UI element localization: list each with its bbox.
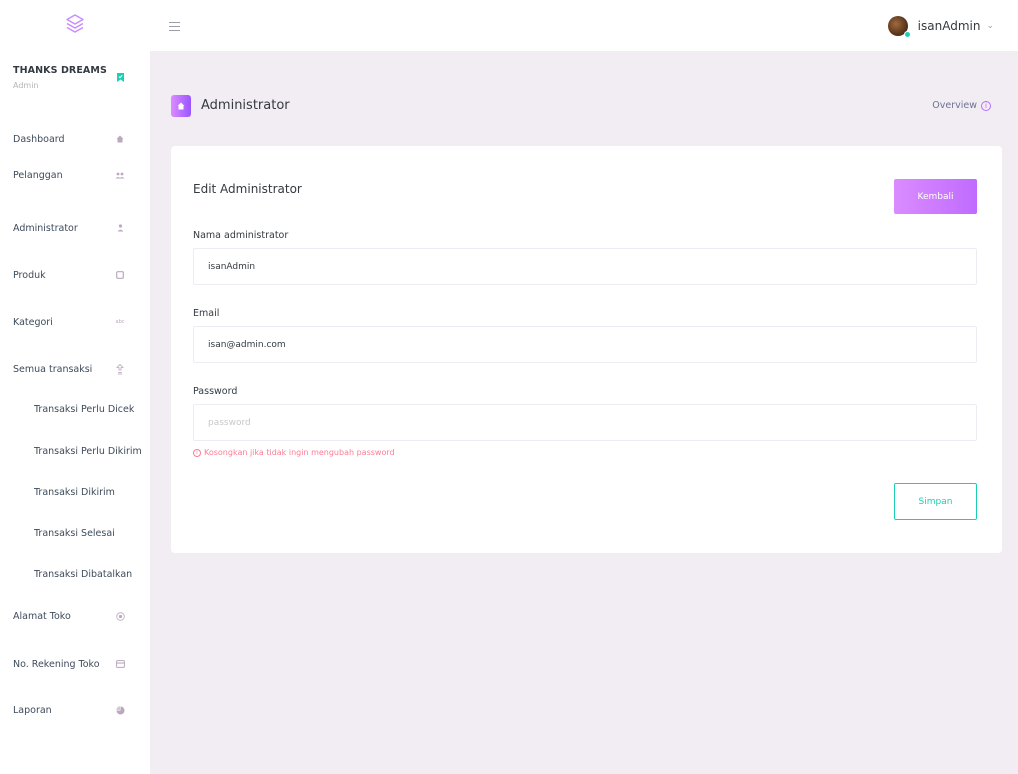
edit-administrator-card: Edit Administrator Kembali Nama administ… — [171, 146, 1002, 553]
home-icon — [115, 134, 125, 144]
sidebar-item-pelanggan[interactable]: Pelanggan — [13, 165, 125, 185]
layers-logo-icon — [66, 13, 84, 38]
top-navbar: isanAdmin ⌄ — [0, 0, 1018, 51]
password-input[interactable] — [193, 404, 977, 441]
back-button[interactable]: Kembali — [894, 179, 977, 214]
password-field-label: Password — [193, 386, 238, 397]
sidebar-item-alamat-toko[interactable]: Alamat Toko — [13, 606, 125, 626]
sidebar-item-label: Alamat Toko — [13, 610, 71, 622]
sidebar-item-no-rekening-toko[interactable]: No. Rekening Toko — [13, 654, 125, 674]
users-icon — [115, 170, 125, 180]
sidebar-item-kategori[interactable]: Kategori abc — [13, 312, 125, 332]
profile-username: isanAdmin — [917, 18, 981, 33]
email-input[interactable] — [193, 326, 977, 363]
form-title: Edit Administrator — [193, 182, 302, 196]
overview-label: Overview — [932, 100, 977, 111]
page-title: Administrator — [201, 98, 290, 113]
info-icon: i — [981, 100, 991, 111]
sidebar-item-label: Laporan — [13, 704, 52, 716]
sidebar-item-dashboard[interactable]: Dashboard — [13, 129, 125, 149]
sidebar-item-produk[interactable]: Produk — [13, 265, 125, 285]
avatar — [887, 15, 911, 38]
sidebar-item-label: Pelanggan — [13, 169, 63, 181]
overview-link[interactable]: Overview i — [932, 100, 991, 111]
card-icon — [115, 659, 125, 669]
password-hint-text: Kosongkan jika tidak ingin mengubah pass… — [204, 448, 395, 457]
sidebar-item-label: Dashboard — [13, 133, 65, 145]
sidebar-item-label: Kategori — [13, 316, 53, 328]
chevron-down-icon: ⌄ — [986, 20, 994, 31]
sidebar-subitem-label: Transaksi Dikirim — [34, 486, 115, 498]
sidebar-item-semua-transaksi[interactable]: Semua transaksi — [13, 359, 125, 379]
sidebar: THANKS DREAMS Admin Dashboard Pelanggan … — [0, 51, 150, 774]
sidebar-subitem-label: Transaksi Perlu Dicek — [34, 403, 135, 415]
sidebar-toggle-button[interactable] — [166, 15, 182, 35]
sidebar-profile[interactable]: THANKS DREAMS Admin — [13, 65, 138, 105]
transfer-icon — [115, 363, 125, 374]
sidebar-item-laporan[interactable]: Laporan — [13, 700, 125, 720]
page-header: Administrator Overview i — [171, 92, 991, 122]
sidebar-subitem-label: Transaksi Perlu Dikirim — [34, 445, 142, 457]
name-field-label: Nama administrator — [193, 230, 289, 241]
sidebar-subitem-dibatalkan[interactable]: Transaksi Dibatalkan — [34, 564, 146, 584]
chart-icon — [115, 705, 125, 715]
sidebar-subitem-label: Transaksi Selesai — [34, 527, 115, 539]
sidebar-item-label: Produk — [13, 269, 46, 281]
target-icon — [115, 611, 125, 621]
brand-logo[interactable] — [0, 0, 150, 51]
password-hint: i Kosongkan jika tidak ingin mengubah pa… — [193, 448, 395, 457]
info-icon: i — [193, 448, 201, 457]
hamburger-icon — [168, 16, 180, 35]
administrator-name-input[interactable] — [193, 248, 977, 285]
sidebar-item-label: No. Rekening Toko — [13, 658, 100, 670]
profile-dropdown[interactable]: isanAdmin ⌄ — [887, 0, 994, 51]
sidebar-profile-role: Admin — [13, 81, 39, 90]
email-field-label: Email — [193, 308, 220, 319]
sidebar-item-label: Semua transaksi — [13, 363, 93, 375]
sidebar-item-label: Administrator — [13, 222, 78, 234]
sidebar-item-administrator[interactable]: Administrator — [13, 218, 125, 238]
sidebar-subitem-dikirim[interactable]: Transaksi Dikirim — [34, 482, 146, 502]
sidebar-subitem-label: Transaksi Dibatalkan — [34, 568, 133, 580]
home-icon — [171, 95, 191, 117]
abc-icon: abc — [115, 319, 125, 325]
sidebar-subitem-selesai[interactable]: Transaksi Selesai — [34, 523, 146, 543]
bookmark-check-icon — [117, 67, 124, 82]
sidebar-subitem-perlu-dikirim[interactable]: Transaksi Perlu Dikirim — [34, 441, 146, 461]
sidebar-subitem-perlu-dicek[interactable]: Transaksi Perlu Dicek — [34, 399, 146, 419]
save-button[interactable]: Simpan — [894, 483, 977, 520]
user-icon — [115, 223, 125, 233]
box-icon — [115, 270, 125, 280]
online-status-dot — [903, 30, 911, 38]
